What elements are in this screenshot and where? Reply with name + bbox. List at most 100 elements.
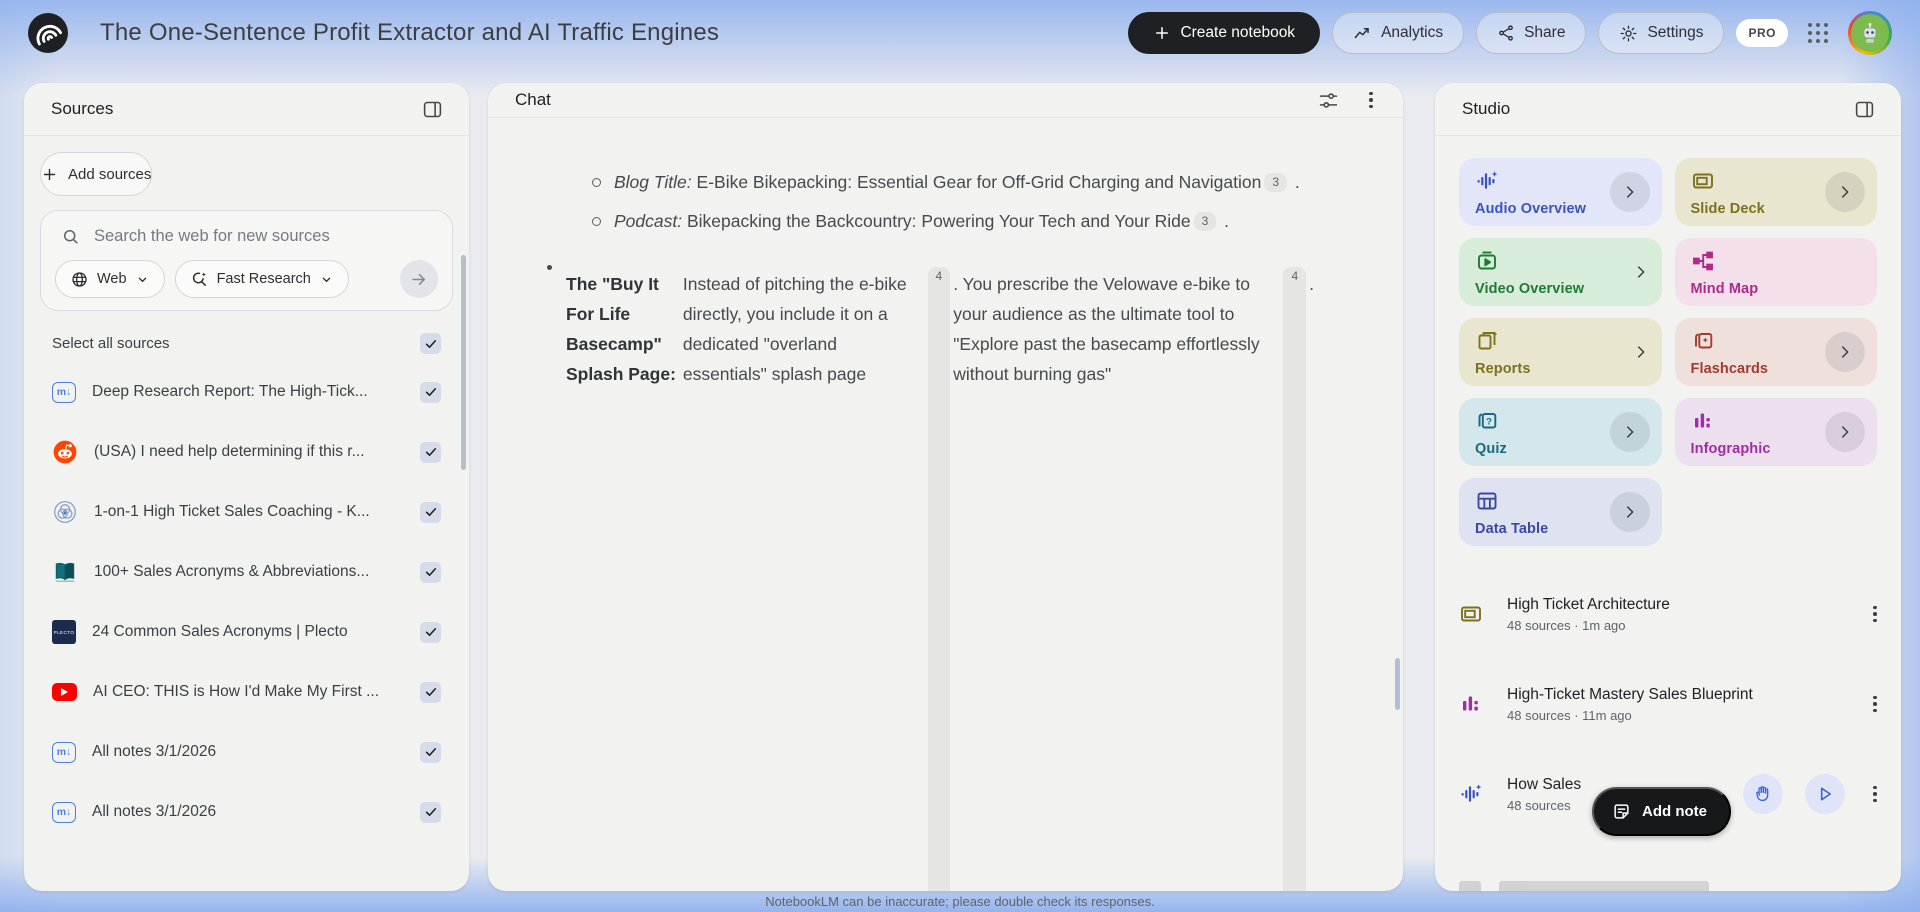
search-submit-button[interactable] (400, 260, 438, 298)
chat-scrollbar[interactable] (1395, 658, 1400, 710)
chevron-right-icon[interactable] (1632, 263, 1650, 281)
studio-item[interactable]: High-Ticket Mastery Sales Blueprint48 so… (1459, 672, 1887, 736)
source-list-item[interactable]: m↓All notes 3/1/2026 (40, 782, 453, 842)
studio-tile-audio[interactable]: Audio Overview (1459, 158, 1662, 226)
chevron-right-icon[interactable] (1825, 172, 1865, 212)
italic-lead: Blog Title: (614, 172, 692, 192)
source-favicon-venn-icon (52, 499, 78, 525)
create-notebook-button[interactable]: Create notebook (1128, 12, 1320, 54)
plecto-icon: PLECTO (52, 620, 76, 644)
studio-tile-label: Reports (1475, 361, 1650, 377)
studio-item-meta: 48 sources · 11m ago (1507, 708, 1845, 723)
app-header: The One-Sentence Profit Extractor and AI… (0, 0, 1920, 66)
audio-icon (1459, 782, 1489, 806)
studio-item-menu-icon[interactable] (1863, 782, 1887, 806)
doc-icon: m↓ (52, 382, 76, 403)
chat-panel-title: Chat (515, 90, 551, 110)
citation-chip[interactable]: 3 (1194, 212, 1217, 231)
source-checkbox[interactable] (420, 682, 441, 703)
chevron-right-icon[interactable] (1610, 492, 1650, 532)
studio-tile-quiz[interactable]: ?Quiz (1459, 398, 1662, 466)
interactive-mode-button[interactable] (1743, 774, 1783, 814)
studio-tile-slides[interactable]: Slide Deck (1675, 158, 1878, 226)
share-button[interactable]: Share (1476, 12, 1586, 54)
studio-item[interactable]: High Ticket Architecture48 sources · 1m … (1459, 582, 1887, 646)
studio-item-menu-icon[interactable] (1863, 602, 1887, 626)
studio-items-list: High Ticket Architecture48 sources · 1m … (1435, 546, 1901, 826)
note-icon (1612, 802, 1631, 821)
studio-tile-flashcards[interactable]: Flashcards (1675, 318, 1878, 386)
source-favicon-reddit-icon (52, 439, 78, 465)
sources-scrollbar[interactable] (461, 255, 466, 470)
source-title: (USA) I need help determining if this r.… (94, 443, 404, 461)
apps-grid-icon[interactable] (1806, 21, 1830, 45)
select-all-checkbox[interactable] (420, 333, 441, 354)
studio-item-menu-icon[interactable] (1863, 692, 1887, 716)
plus-icon (41, 166, 58, 183)
reports-icon (1475, 329, 1650, 353)
bold-lead: The "Buy It For Life Basecamp" Splash Pa… (566, 269, 683, 891)
collapse-panel-icon[interactable] (415, 92, 449, 126)
source-checkbox[interactable] (420, 562, 441, 583)
chat-more-menu-icon[interactable] (1359, 88, 1383, 112)
sparkle-search-icon (190, 270, 209, 289)
source-list-item[interactable]: AI CEO: THIS is How I'd Make My First ..… (40, 662, 453, 722)
add-sources-button[interactable]: Add sources (40, 152, 152, 196)
citation-chip[interactable]: 4 (1283, 267, 1306, 891)
studio-tile-label: Video Overview (1475, 281, 1650, 297)
source-list-item[interactable]: m↓All notes 3/1/2026 (40, 722, 453, 782)
source-title: 1-on-1 High Ticket Sales Coaching - K... (94, 503, 404, 521)
gear-icon (1619, 24, 1638, 43)
studio-panel: Studio Audio OverviewSlide DeckVideo Ove… (1435, 83, 1901, 891)
citation-chip[interactable]: 4 (928, 267, 951, 891)
source-checkbox[interactable] (420, 382, 441, 403)
web-filter-dropdown[interactable]: Web (55, 260, 165, 298)
source-checkbox[interactable] (420, 622, 441, 643)
source-title: All notes 3/1/2026 (92, 743, 404, 761)
chevron-right-icon[interactable] (1610, 172, 1650, 212)
source-checkbox[interactable] (420, 742, 441, 763)
globe-icon (70, 270, 89, 289)
account-avatar[interactable] (1848, 11, 1892, 55)
play-button[interactable] (1805, 774, 1845, 814)
source-list-item[interactable]: 100+ Sales Acronyms & Abbreviations... (40, 542, 453, 602)
source-list-item[interactable]: 1-on-1 High Ticket Sales Coaching - K... (40, 482, 453, 542)
add-note-button[interactable]: Add note (1592, 787, 1731, 836)
citation-chip[interactable]: 3 (1264, 173, 1287, 192)
source-title: 100+ Sales Acronyms & Abbreviations... (94, 563, 404, 581)
chevron-right-icon[interactable] (1825, 412, 1865, 452)
chat-settings-icon[interactable] (1311, 83, 1345, 117)
studio-item-meta: 48 sources · 1m ago (1507, 618, 1845, 633)
studio-tile-infographic[interactable]: Infographic (1675, 398, 1878, 466)
studio-item-partial (1459, 881, 1887, 891)
studio-tile-reports[interactable]: Reports (1459, 318, 1662, 386)
settings-button[interactable]: Settings (1598, 12, 1724, 54)
studio-tile-mindmap[interactable]: Mind Map (1675, 238, 1878, 306)
source-checkbox[interactable] (420, 502, 441, 523)
studio-tile-datatable[interactable]: Data Table (1459, 478, 1662, 546)
expand-panel-icon[interactable] (1847, 92, 1881, 126)
research-mode-dropdown[interactable]: Fast Research (175, 260, 349, 298)
source-favicon-book-icon (52, 559, 78, 585)
mindmap-icon (1691, 249, 1866, 273)
source-title: All notes 3/1/2026 (92, 803, 404, 821)
chevron-down-icon (135, 272, 150, 287)
source-checkbox[interactable] (420, 442, 441, 463)
source-list-item[interactable]: (USA) I need help determining if this r.… (40, 422, 453, 482)
studio-tile-video[interactable]: Video Overview (1459, 238, 1662, 306)
sources-panel: Sources Add sources Web (24, 83, 469, 891)
svg-text:?: ? (1486, 417, 1492, 428)
source-list-item[interactable]: m↓Deep Research Report: The High-Tick... (40, 362, 453, 422)
chat-panel: Chat Blog Title: E-Bike Bikepacking: Ess… (488, 83, 1403, 891)
chevron-right-icon[interactable] (1632, 343, 1650, 361)
search-input[interactable] (94, 227, 394, 246)
share-icon (1497, 24, 1515, 42)
chevron-right-icon[interactable] (1610, 412, 1650, 452)
source-title: 24 Common Sales Acronyms | Plecto (92, 623, 404, 641)
chevron-right-icon[interactable] (1825, 332, 1865, 372)
source-checkbox[interactable] (420, 802, 441, 823)
chat-bullet: The "Buy It For Life Basecamp" Splash Pa… (538, 252, 1333, 891)
analytics-button[interactable]: Analytics (1332, 12, 1464, 54)
trending-up-icon (1353, 24, 1372, 43)
source-list-item[interactable]: PLECTO 24 Common Sales Acronyms | Plecto (40, 602, 453, 662)
